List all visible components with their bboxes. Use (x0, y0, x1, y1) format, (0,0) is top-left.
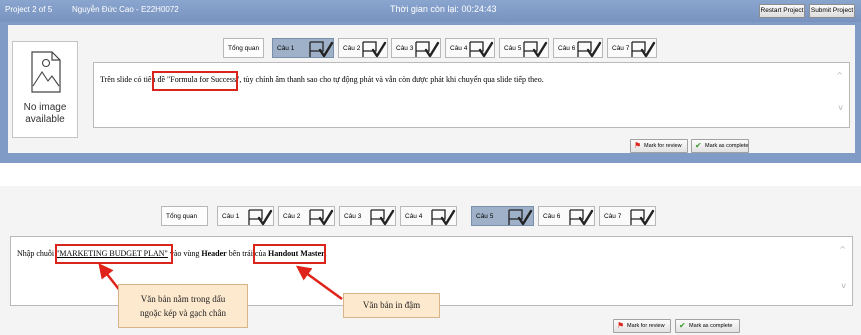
mark-as-complete-button[interactable]: ✔ Mark as complete (675, 319, 740, 333)
callout-quoted-underlined: Văn bản nằm trong dấu ngoặc kép và gạch … (118, 284, 248, 328)
flag-icon: ⚑ (617, 321, 625, 330)
arrow-icon (295, 265, 343, 301)
mark-for-review-button[interactable]: ⚑ Mark for review (613, 319, 671, 333)
check-icon: ✔ (679, 321, 686, 330)
callout-bold-text: Văn bản in đậm (343, 293, 440, 318)
screenshot-root: Project 2 of 5 Nguyễn Đức Cao - E22H0072… (0, 0, 861, 335)
